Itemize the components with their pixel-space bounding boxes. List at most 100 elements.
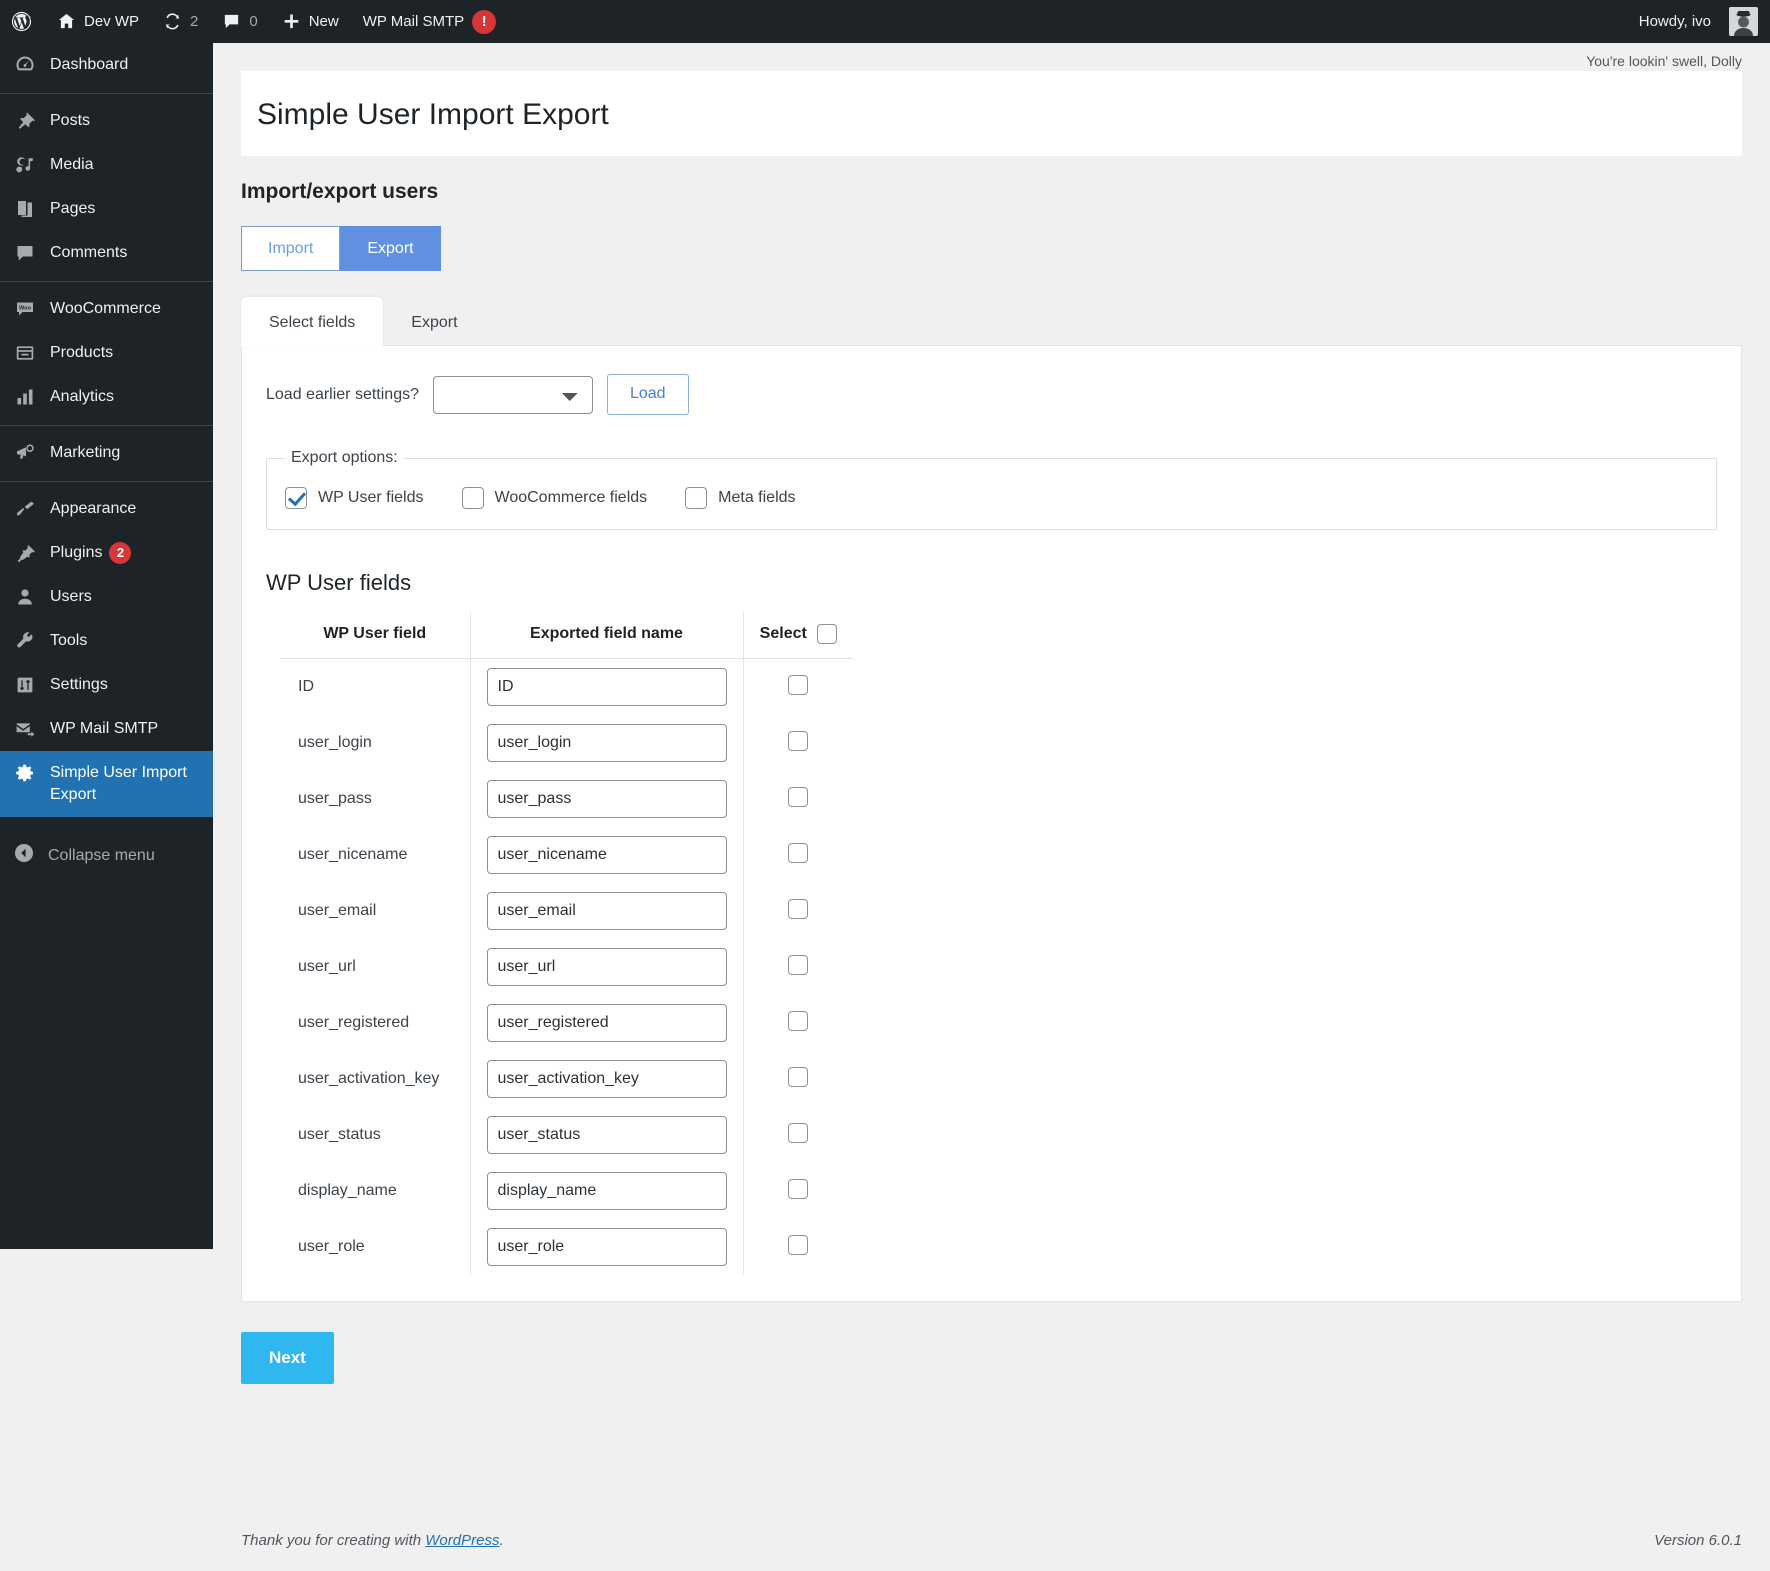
sidebar-item-marketing[interactable]: Marketing xyxy=(0,425,213,475)
wp-user-field-name: user_role xyxy=(280,1218,471,1275)
row-select-checkbox[interactable] xyxy=(788,1178,809,1199)
exported-field-name-input[interactable] xyxy=(486,1171,727,1210)
new-content-menu[interactable]: New xyxy=(270,0,351,43)
sidebar-item-wp-mail-smtp[interactable]: WP Mail SMTP xyxy=(0,707,213,751)
sidebar-item-analytics[interactable]: Analytics xyxy=(0,375,213,419)
update-icon xyxy=(163,12,182,31)
sliders-icon xyxy=(14,674,36,696)
row-select-checkbox[interactable] xyxy=(788,898,809,919)
select-cell xyxy=(743,1051,853,1107)
main-content: You're lookin' swell, Dolly Simple User … xyxy=(213,43,1770,1571)
export-button[interactable]: Export xyxy=(340,226,441,272)
tab-select-fields[interactable]: Select fields xyxy=(241,297,384,347)
plus-icon xyxy=(282,12,301,31)
exported-field-name-input[interactable] xyxy=(486,947,727,986)
row-select-checkbox[interactable] xyxy=(788,1122,809,1143)
wp-user-field-name: user_pass xyxy=(280,770,471,827)
tab-export[interactable]: Export xyxy=(383,297,485,346)
sidebar-item-label: Products xyxy=(50,344,114,361)
sidebar-item-users[interactable]: Users xyxy=(0,575,213,619)
footer-version: Version 6.0.1 xyxy=(1654,1532,1742,1549)
export-options-row: WP User fields WooCommerce fields Meta f… xyxy=(285,481,1698,510)
exported-field-name-input[interactable] xyxy=(486,1227,727,1266)
exported-field-name-input[interactable] xyxy=(486,667,727,706)
column-header-wp-user-field: WP User field xyxy=(280,612,471,660)
sidebar-item-tools[interactable]: Tools xyxy=(0,619,213,663)
table-row: user_status xyxy=(280,1106,853,1163)
gear-icon xyxy=(14,762,36,784)
sidebar-item-plugins[interactable]: Plugins 2 xyxy=(0,531,213,575)
sidebar-item-pages[interactable]: Pages xyxy=(0,187,213,231)
select-cell xyxy=(743,1163,853,1219)
import-button[interactable]: Import xyxy=(241,226,341,272)
table-row: user_pass xyxy=(280,770,853,827)
option-meta-fields[interactable]: Meta fields xyxy=(685,487,796,510)
row-select-checkbox[interactable] xyxy=(788,1234,809,1255)
sidebar-item-comments[interactable]: Comments xyxy=(0,231,213,275)
updates-menu[interactable]: 2 xyxy=(151,0,210,43)
option-wp-user-fields[interactable]: WP User fields xyxy=(285,487,424,510)
exported-field-name-cell xyxy=(470,714,744,771)
exported-field-name-input[interactable] xyxy=(486,891,727,930)
row-select-checkbox[interactable] xyxy=(788,1010,809,1031)
inner-tab-bar: Select fields Export xyxy=(241,297,1742,347)
collapse-menu-button[interactable]: Collapse menu xyxy=(0,831,213,880)
home-icon xyxy=(57,12,76,31)
exported-field-name-cell xyxy=(470,1162,744,1219)
select-cell xyxy=(743,883,853,939)
my-account-menu[interactable]: Howdy, ivo xyxy=(1627,0,1770,43)
sidebar-item-label: Marketing xyxy=(50,444,121,461)
sidebar-item-dashboard[interactable]: Dashboard xyxy=(0,43,213,87)
megaphone-icon xyxy=(14,442,36,464)
table-row: display_name xyxy=(280,1162,853,1219)
exported-field-name-cell xyxy=(470,994,744,1051)
site-name-menu[interactable]: Dev WP xyxy=(45,0,151,43)
sidebar-item-label: Media xyxy=(50,156,94,173)
row-select-checkbox[interactable] xyxy=(788,786,809,807)
load-button[interactable]: Load xyxy=(606,374,689,416)
analytics-icon xyxy=(14,386,36,408)
sidebar-item-label: Pages xyxy=(50,200,96,217)
page-wrap: Simple User Import Export Import/export … xyxy=(213,43,1770,1385)
wp-mail-smtp-menu[interactable]: WP Mail SMTP ! xyxy=(351,0,508,43)
meta-fields-checkbox[interactable] xyxy=(685,487,708,510)
exported-field-name-input[interactable] xyxy=(486,1059,727,1098)
sidebar-item-woocommerce[interactable]: Woo WooCommerce xyxy=(0,281,213,331)
sidebar-item-settings[interactable]: Settings xyxy=(0,663,213,707)
exported-field-name-input[interactable] xyxy=(486,835,727,874)
sidebar-item-media[interactable]: Media xyxy=(0,143,213,187)
row-select-checkbox[interactable] xyxy=(788,1066,809,1087)
new-label: New xyxy=(308,13,339,30)
option-woocommerce-fields[interactable]: WooCommerce fields xyxy=(461,487,647,510)
select-all-checkbox[interactable] xyxy=(816,624,837,645)
import-export-toggle: Import Export xyxy=(241,226,1742,272)
row-select-checkbox[interactable] xyxy=(788,954,809,975)
wordpress-link[interactable]: WordPress xyxy=(425,1532,499,1549)
sidebar-item-label: Settings xyxy=(50,676,108,693)
wp-user-fields-heading: WP User fields xyxy=(266,570,412,596)
load-settings-select[interactable] xyxy=(432,375,593,414)
sidebar-item-posts[interactable]: Posts xyxy=(0,93,213,143)
wrench-icon xyxy=(14,630,36,652)
woocommerce-fields-checkbox[interactable] xyxy=(461,487,484,510)
collapse-menu-label: Collapse menu xyxy=(48,846,155,864)
sidebar-item-simple-user-import-export[interactable]: Simple User Import Export xyxy=(0,751,221,817)
row-select-checkbox[interactable] xyxy=(788,730,809,751)
exported-field-name-input[interactable] xyxy=(486,779,727,818)
comments-menu[interactable]: 0 xyxy=(210,0,269,43)
pages-icon xyxy=(14,198,36,220)
sidebar-item-appearance[interactable]: Appearance xyxy=(0,481,213,531)
exported-field-name-input[interactable] xyxy=(486,1003,727,1042)
wp-user-fields-checkbox[interactable] xyxy=(285,487,307,510)
wp-logo-menu[interactable] xyxy=(0,0,45,43)
sidebar-item-label: Users xyxy=(50,588,92,605)
exported-field-name-input[interactable] xyxy=(486,723,727,762)
table-row: user_activation_key xyxy=(280,1050,853,1107)
exported-field-name-input[interactable] xyxy=(486,1115,727,1154)
next-button[interactable]: Next xyxy=(241,1331,334,1385)
comment-icon xyxy=(14,242,36,264)
pin-icon xyxy=(14,110,36,132)
row-select-checkbox[interactable] xyxy=(788,842,809,863)
row-select-checkbox[interactable] xyxy=(788,674,809,695)
sidebar-item-products[interactable]: Products xyxy=(0,331,213,375)
